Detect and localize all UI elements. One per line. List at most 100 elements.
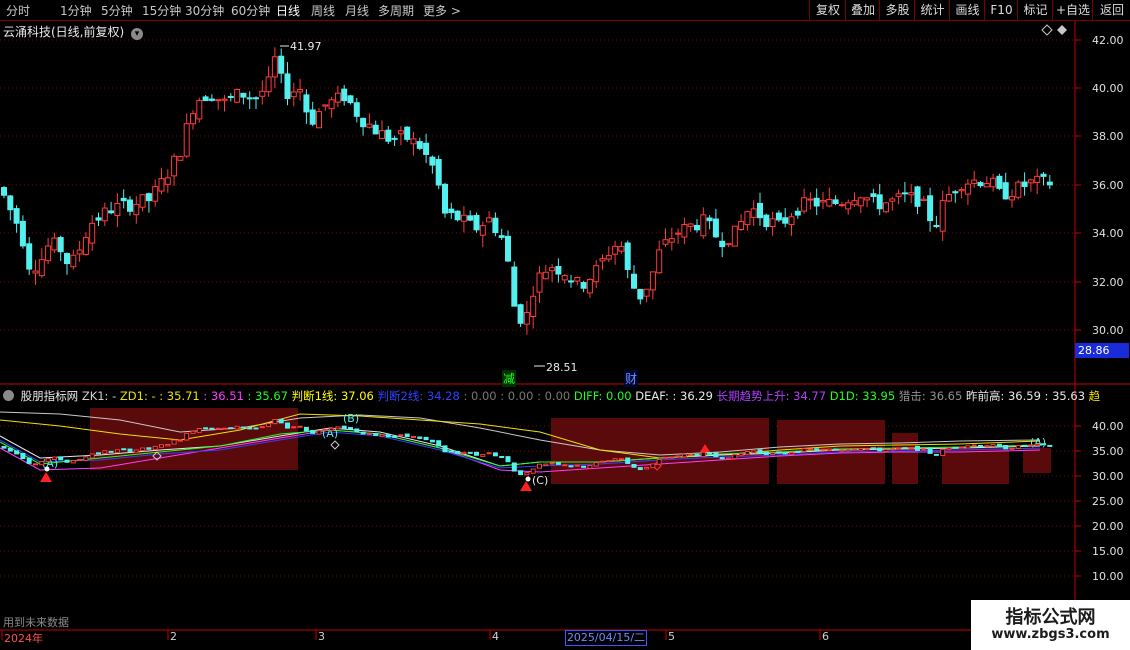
- indicator-candle: [915, 445, 920, 451]
- candle-body: [725, 243, 732, 246]
- candle-body: [196, 99, 203, 120]
- candle-body: [536, 272, 543, 293]
- future-data-note: 用到未来数据: [3, 616, 69, 629]
- period-tab-30min[interactable]: 30分钟: [185, 2, 224, 19]
- indicator-candle: [272, 418, 278, 425]
- overlay-button[interactable]: 叠加: [845, 0, 880, 20]
- period-tab-60min[interactable]: 60分钟: [231, 2, 270, 19]
- back-button[interactable]: 返回: [1092, 0, 1130, 20]
- indicator-candle: [726, 457, 731, 460]
- mark-button[interactable]: 标记: [1017, 0, 1053, 20]
- indicator-value-6: : 0.00 : 0.00 : 0.00: [459, 389, 571, 403]
- indicator-candle: [511, 462, 517, 472]
- indicator-candle: [978, 444, 983, 447]
- chevron-down-icon[interactable]: ▾: [131, 28, 144, 40]
- indicator-candle: [921, 448, 927, 451]
- indicator-candle: [215, 427, 221, 430]
- fuquan-button[interactable]: 复权: [809, 0, 846, 20]
- draw-line-button[interactable]: 画线: [949, 0, 985, 20]
- settings-circle-icon[interactable]: [3, 390, 14, 401]
- candle-body: [939, 200, 946, 232]
- candle-body: [933, 225, 940, 228]
- indicator-candle: [870, 447, 876, 450]
- indicator-candle: [184, 432, 190, 441]
- candle-body: [763, 214, 770, 228]
- candle-body: [586, 278, 593, 294]
- candle-body: [599, 258, 606, 262]
- candle-body: [637, 288, 644, 300]
- indicator-candle: [285, 422, 290, 429]
- indicator-value-2: : 36.51: [199, 389, 244, 403]
- period-tab-1min[interactable]: 1分钟: [60, 2, 92, 19]
- indicator-candle: [140, 447, 146, 452]
- candle-body: [246, 97, 253, 100]
- indicator-candle: [587, 465, 593, 469]
- candle-body: [259, 90, 266, 97]
- indicator-candle: [1, 446, 7, 449]
- period-tab-more[interactable]: 更多 >: [423, 2, 461, 19]
- indicator-candle: [530, 468, 536, 474]
- candle-body: [908, 192, 915, 196]
- indicator-candle: [663, 456, 668, 459]
- time-label-3: 3: [318, 630, 325, 643]
- indicator-candle: [776, 451, 782, 454]
- add-watchlist-button[interactable]: +自选: [1052, 0, 1093, 20]
- indicator-candle: [159, 444, 164, 448]
- statistics-button[interactable]: 统计: [914, 0, 950, 20]
- indicator-candle: [694, 453, 700, 456]
- period-tab-multi[interactable]: 多周期: [378, 2, 414, 19]
- candle-body: [492, 217, 499, 234]
- indicator-candle: [398, 434, 404, 437]
- indicator-candle: [858, 448, 864, 451]
- candle-body: [618, 245, 625, 252]
- period-tab-monthly[interactable]: 月线: [345, 2, 369, 19]
- indicator-candle: [51, 456, 57, 460]
- multi-stock-button[interactable]: 多股: [879, 0, 915, 20]
- kline-chart[interactable]: (A) (B) (A) (C) (A) 41.97 28.51 42.00 40…: [0, 21, 1130, 650]
- candle-body: [1015, 181, 1022, 198]
- candle-body: [549, 267, 556, 272]
- candle-body: [127, 199, 133, 212]
- indicator-candle: [39, 460, 45, 466]
- wave-label-a3: (A): [1030, 436, 1046, 449]
- candle-body: [26, 243, 33, 270]
- indicator-candle: [33, 463, 38, 466]
- candle-body: [675, 232, 682, 235]
- candle-body: [221, 98, 228, 101]
- candle-body: [964, 183, 971, 195]
- period-tab-fenshi[interactable]: 分时: [6, 2, 30, 19]
- candle-body: [662, 239, 669, 245]
- f10-button[interactable]: F10: [984, 0, 1018, 20]
- time-label-4: 4: [492, 630, 499, 643]
- indicator-candle: [291, 426, 297, 429]
- candle-body: [208, 98, 215, 101]
- indicator-candle: [20, 453, 26, 460]
- indicator-candle: [543, 463, 549, 466]
- period-tab-weekly[interactable]: 周线: [311, 2, 335, 19]
- candle-body: [788, 216, 795, 226]
- watermark-title: 指标公式网: [1005, 607, 1096, 628]
- indicator-candle: [108, 450, 114, 453]
- period-toolbar: 分时 1分钟 5分钟 15分钟 30分钟 60分钟 日线 周线 月线 多周期 更…: [0, 0, 1130, 21]
- indicator-value-8: DEAF: : 36.29: [631, 389, 713, 403]
- period-tab-15min[interactable]: 15分钟: [142, 2, 181, 19]
- indicator-candle: [429, 439, 435, 443]
- svg-text:36.00: 36.00: [1092, 179, 1124, 192]
- candle-body: [914, 186, 921, 207]
- indicator-candle: [826, 448, 832, 451]
- indicator-candle: [1034, 443, 1040, 446]
- indicator-candle: [675, 455, 681, 458]
- candle-body: [13, 208, 20, 224]
- diamond-filled-icon[interactable]: [1057, 25, 1067, 35]
- indicator-value-9: 长期趋势上升: 34.77: [712, 389, 827, 403]
- diamond-icon[interactable]: [1041, 24, 1053, 36]
- candle-body: [731, 225, 738, 247]
- indicator-candle: [423, 436, 429, 441]
- indicator-candle: [1041, 443, 1046, 446]
- candle-body: [309, 109, 316, 125]
- indicator-candle: [700, 451, 706, 458]
- candle-body: [139, 194, 146, 208]
- period-tab-5min[interactable]: 5分钟: [101, 2, 133, 19]
- indicator-candle: [902, 447, 908, 450]
- period-tab-daily[interactable]: 日线: [276, 2, 300, 19]
